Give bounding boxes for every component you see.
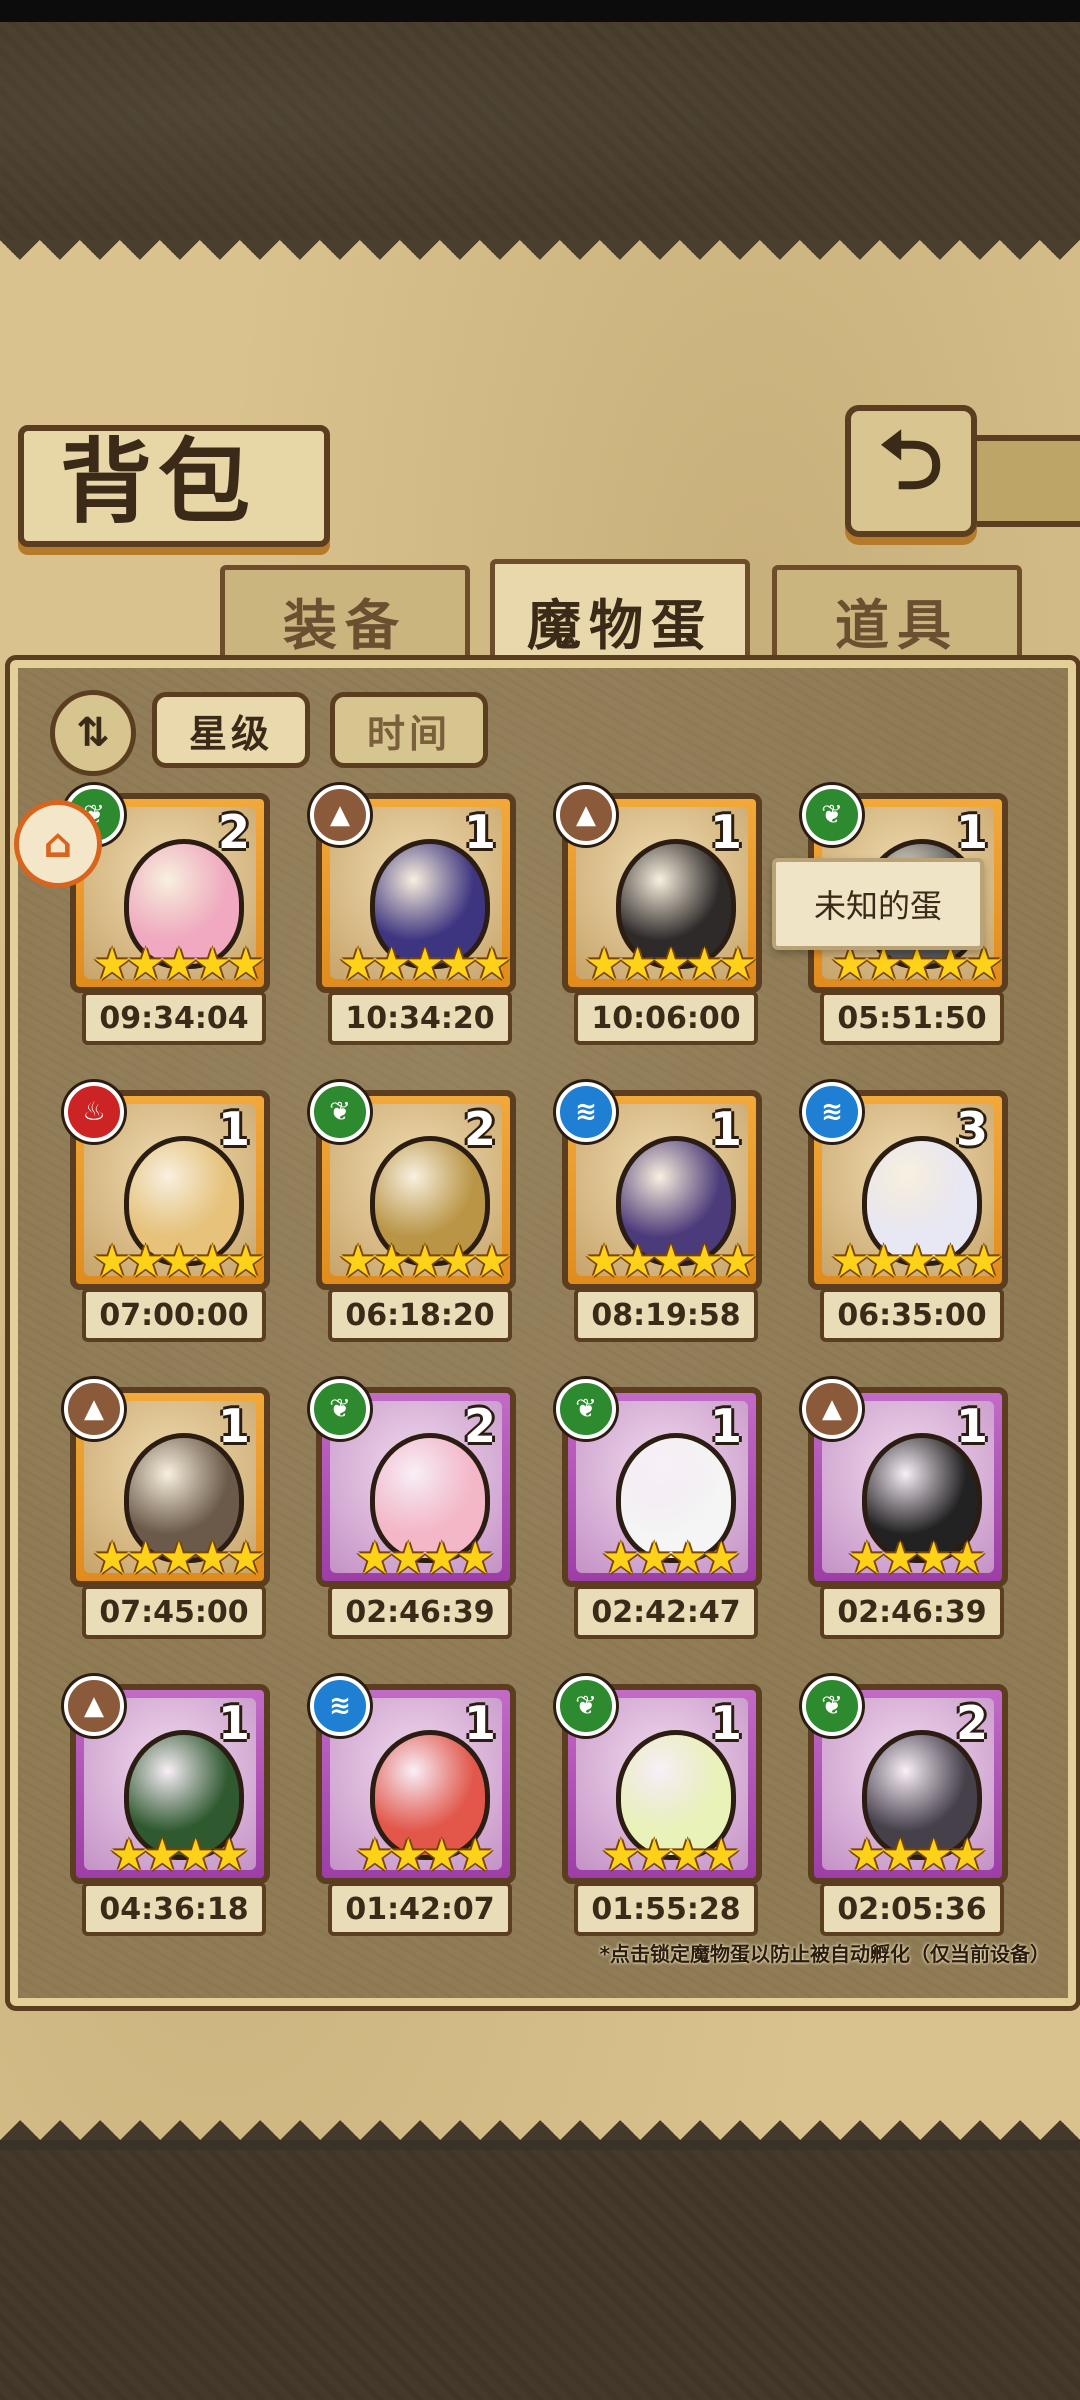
star-rating: ★★★★: [109, 1830, 249, 1881]
egg-card[interactable]: 1 ★★★★★ ▲ 10:34:20: [310, 785, 516, 1048]
sort-by-time-button[interactable]: 时间: [330, 692, 488, 768]
egg-card[interactable]: 1 ★★★★ ❦ 02:42:47: [556, 1379, 762, 1642]
water-element-icon: ≋: [556, 1082, 616, 1142]
hatch-timer: 07:45:00: [82, 1585, 266, 1639]
status-bar: [0, 0, 1080, 22]
egg-card[interactable]: 1 ★★★★ ▲ 02:46:39: [802, 1379, 1008, 1642]
hatch-timer: 10:06:00: [574, 991, 758, 1045]
hatch-timer: 01:42:07: [328, 1882, 512, 1936]
star-rating: ★★★★★: [92, 939, 265, 990]
star-rating: ★★★★: [847, 1830, 987, 1881]
egg-count: 1: [217, 1696, 250, 1750]
egg-count: 1: [463, 805, 496, 859]
tab-items[interactable]: 道具: [772, 565, 1022, 675]
hatch-timer: 02:05:36: [820, 1882, 1004, 1936]
lock-icon[interactable]: ⌂: [14, 800, 102, 888]
hatch-timer: 06:18:20: [328, 1288, 512, 1342]
egg-card[interactable]: 1 ★★★★★ ≋ 08:19:58: [556, 1082, 762, 1345]
star-rating: ★★★★: [847, 1533, 987, 1584]
tab-bar: 装备 魔物蛋 道具: [20, 559, 1060, 681]
back-arrow-icon: ⮌: [878, 414, 944, 507]
earth-element-icon: ▲: [556, 785, 616, 845]
hatch-timer: 04:36:18: [82, 1882, 266, 1936]
star-rating: ★★★★: [355, 1830, 495, 1881]
tab-equipment[interactable]: 装备: [220, 565, 470, 675]
back-button-rail: [965, 435, 1080, 527]
egg-count: 1: [463, 1696, 496, 1750]
sort-by-star-button[interactable]: 星级: [152, 692, 310, 768]
page-title: 背包: [60, 428, 257, 536]
egg-card[interactable]: 2 ★★★★ ❦ 02:46:39: [310, 1379, 516, 1642]
star-rating: ★★★★: [355, 1533, 495, 1584]
egg-card[interactable]: 2 ★★★★ ❦ 02:05:36: [802, 1676, 1008, 1939]
wood-element-icon: ❦: [556, 1676, 616, 1736]
back-button[interactable]: ⮌: [845, 405, 977, 537]
hatch-timer: 01:55:28: [574, 1882, 758, 1936]
wood-element-icon: ❦: [310, 1379, 370, 1439]
egg-count: 1: [709, 1102, 742, 1156]
fire-element-icon: ♨: [64, 1082, 124, 1142]
egg-card[interactable]: 1 ★★★★★ ▲ 10:06:00: [556, 785, 762, 1048]
star-rating: ★★★★★: [584, 1236, 757, 1287]
egg-count: 2: [463, 1102, 496, 1156]
egg-count: 1: [955, 805, 988, 859]
earth-element-icon: ▲: [64, 1676, 124, 1736]
hatch-timer: 10:34:20: [328, 991, 512, 1045]
egg-card[interactable]: 2 ★★★★★ ❦ 06:18:20: [310, 1082, 516, 1345]
egg-card[interactable]: 1 ★★★★ ▲ 04:36:18: [64, 1676, 270, 1939]
background-map-bottom: [0, 2150, 1080, 2400]
hatch-timer: 08:19:58: [574, 1288, 758, 1342]
sort-toggle-icon: ⇅: [76, 710, 110, 756]
wood-element-icon: ❦: [802, 1676, 862, 1736]
star-rating: ★★★★★: [92, 1533, 265, 1584]
earth-element-icon: ▲: [802, 1379, 862, 1439]
egg-count: 1: [709, 1399, 742, 1453]
star-rating: ★★★★★: [338, 1236, 511, 1287]
egg-count: 1: [217, 1102, 250, 1156]
egg-count: 1: [709, 805, 742, 859]
star-rating: ★★★★★: [584, 939, 757, 990]
background-map-top: [0, 22, 1080, 252]
hatch-timer: 02:46:39: [328, 1585, 512, 1639]
hatch-timer: 05:51:50: [820, 991, 1004, 1045]
egg-count: 2: [463, 1399, 496, 1453]
egg-card[interactable]: 1 ★★★★ ≋ 01:42:07: [310, 1676, 516, 1939]
footnote-text: *点击锁定魔物蛋以防止被自动孵化（仅当前设备）: [599, 1942, 1050, 1966]
water-element-icon: ≋: [802, 1082, 862, 1142]
egg-count: 3: [955, 1102, 988, 1156]
star-rating: ★★★★: [601, 1830, 741, 1881]
egg-card[interactable]: 1 ★★★★★ ♨ 07:00:00: [64, 1082, 270, 1345]
egg-card[interactable]: 1 ★★★★ ❦ 01:55:28: [556, 1676, 762, 1939]
egg-count: 2: [217, 805, 250, 859]
egg-card[interactable]: 3 ★★★★★ ≋ 06:35:00: [802, 1082, 1008, 1345]
egg-count: 1: [955, 1399, 988, 1453]
water-element-icon: ≋: [310, 1676, 370, 1736]
hatch-timer: 07:00:00: [82, 1288, 266, 1342]
hatch-timer: 09:34:04: [82, 991, 266, 1045]
star-rating: ★★★★★: [92, 1236, 265, 1287]
earth-element-icon: ▲: [310, 785, 370, 845]
zigzag-edge-top: [0, 240, 1080, 280]
egg-count: 2: [955, 1696, 988, 1750]
hatch-timer: 02:46:39: [820, 1585, 1004, 1639]
hatch-timer: 06:35:00: [820, 1288, 1004, 1342]
star-rating: ★★★★★: [830, 1236, 1003, 1287]
wood-element-icon: ❦: [802, 785, 862, 845]
hatch-timer: 02:42:47: [574, 1585, 758, 1639]
egg-card[interactable]: 1 ★★★★★ ▲ 07:45:00: [64, 1379, 270, 1642]
egg-count: 1: [217, 1399, 250, 1453]
sort-toggle-button[interactable]: ⇅: [50, 690, 136, 776]
zigzag-edge-bottom: [0, 2100, 1080, 2140]
star-rating: ★★★★: [601, 1533, 741, 1584]
star-rating: ★★★★★: [338, 939, 511, 990]
egg-count: 1: [709, 1696, 742, 1750]
earth-element-icon: ▲: [64, 1379, 124, 1439]
wood-element-icon: ❦: [310, 1082, 370, 1142]
wood-element-icon: ❦: [556, 1379, 616, 1439]
tooltip-unknown-egg: 未知的蛋: [772, 858, 984, 950]
